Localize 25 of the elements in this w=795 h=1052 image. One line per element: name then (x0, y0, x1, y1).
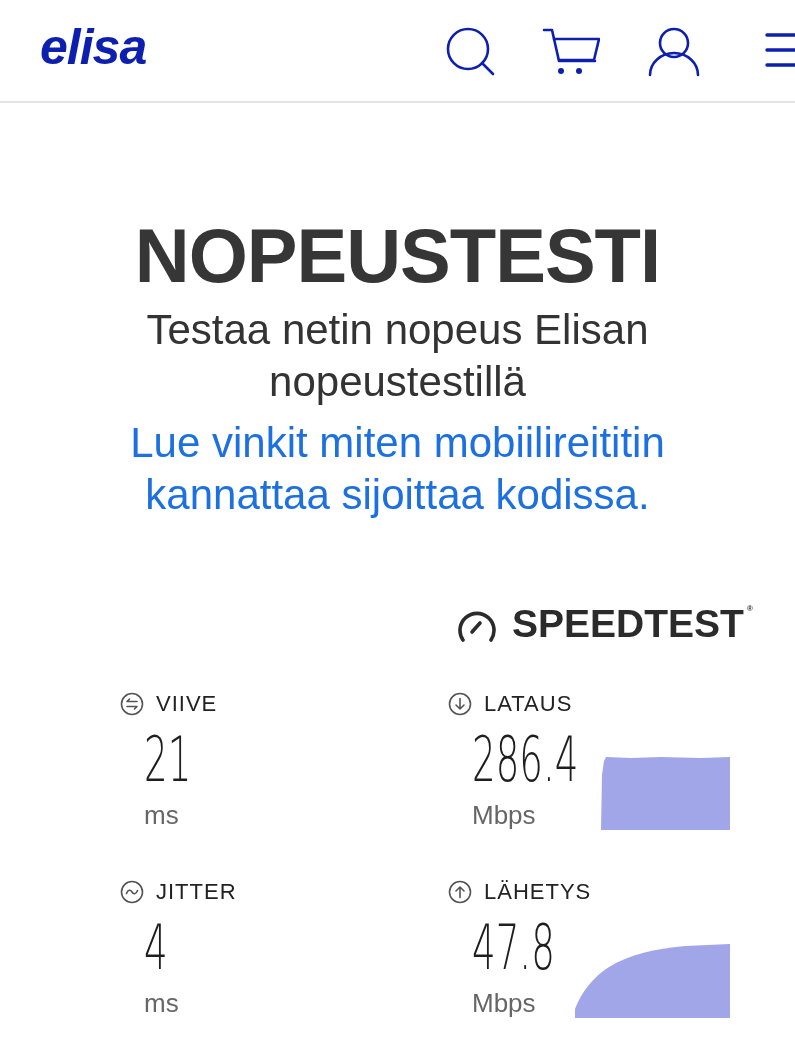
metric-value: 4 (144, 917, 168, 979)
brand-logo[interactable]: elisa (40, 18, 147, 75)
metric-value: 21 (144, 729, 192, 791)
metric-unit: Mbps (472, 800, 536, 830)
metric-label: VIIVE (156, 691, 218, 717)
wave-circle-icon (120, 880, 144, 904)
brand-name: SPEEDTEST$^{®}$ (512, 602, 753, 646)
metric-value: 47.8 (472, 917, 555, 979)
up-arrow-circle-icon (448, 880, 472, 904)
menu-icon[interactable] (765, 31, 795, 68)
cart-icon[interactable] (542, 28, 600, 76)
user-icon[interactable] (647, 27, 701, 77)
metric-value: 286.4 (472, 729, 579, 791)
metric-unit: ms (144, 988, 179, 1018)
metric-unit: ms (144, 800, 179, 830)
arrows-circle-icon (120, 692, 144, 716)
metric-unit: Mbps (472, 988, 536, 1018)
tip-link[interactable]: Lue vinkit miten mobiilireititin kannattaa sijoittaa kodissa. (102, 417, 693, 521)
page-title: NOPEUSTESTI (134, 214, 661, 298)
subtitle: Testaa netin nopeus Elisan nopeustestillä (145, 305, 650, 407)
metric-label: JITTER (156, 879, 237, 905)
metric-label: LÄHETYS (484, 879, 592, 905)
gauge-icon (457, 610, 497, 642)
down-arrow-circle-icon (448, 692, 472, 716)
metric-label: LATAUS (484, 691, 573, 717)
